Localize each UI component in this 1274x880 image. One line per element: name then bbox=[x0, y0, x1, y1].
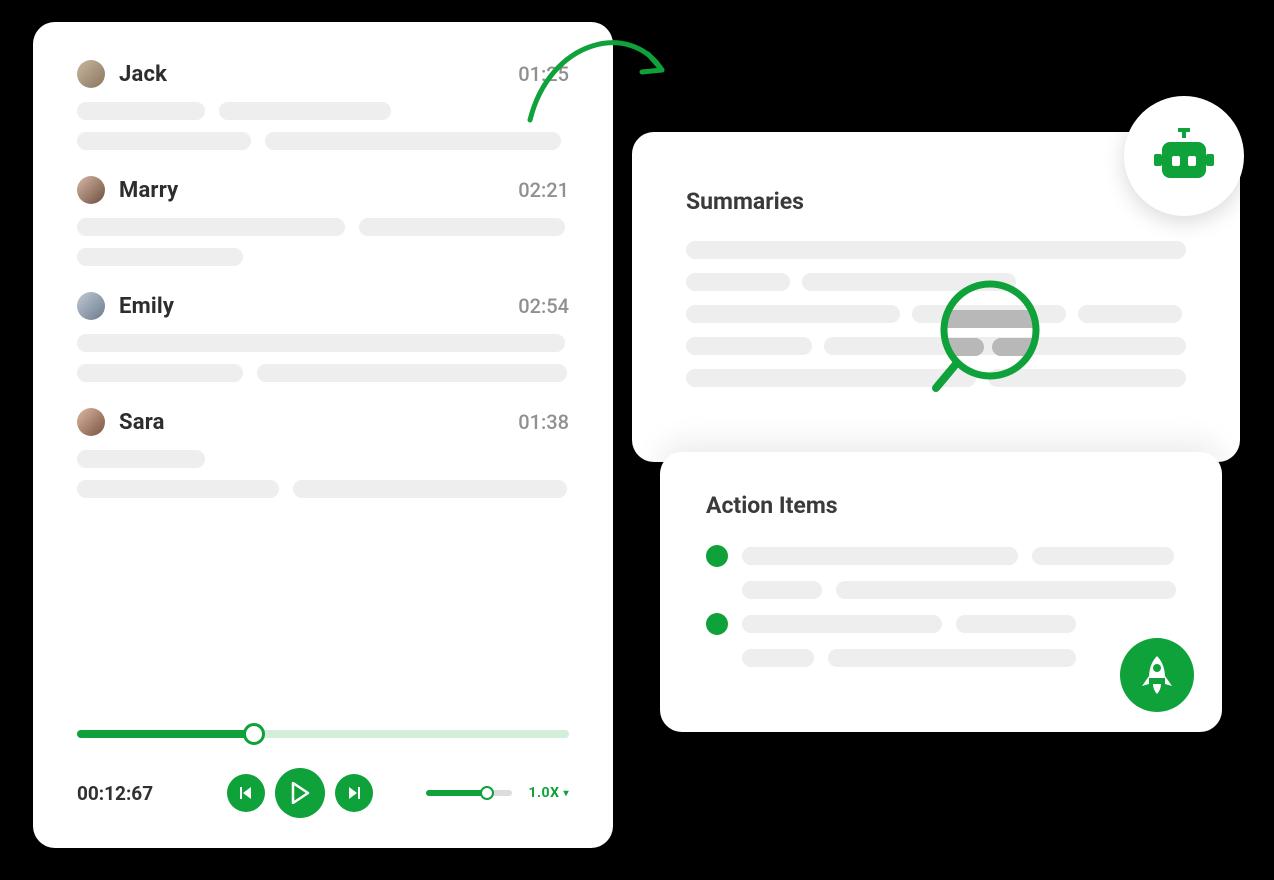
speaker-name: Sara bbox=[119, 410, 504, 435]
ai-bot-badge bbox=[1124, 96, 1244, 216]
launch-button[interactable] bbox=[1120, 638, 1194, 712]
speaker-name: Jack bbox=[119, 62, 504, 87]
prev-button[interactable] bbox=[227, 774, 265, 812]
transcript-entry: Marry 02:21 bbox=[77, 176, 569, 266]
avatar bbox=[77, 176, 105, 204]
player-controls: 00:12:67 1.0X ▾ bbox=[77, 768, 569, 818]
action-items-card: Action Items bbox=[660, 452, 1222, 732]
volume-slider[interactable] bbox=[426, 790, 512, 796]
text-placeholder bbox=[802, 273, 1016, 291]
transcript-card: Jack 01:25 Marry 02:21 bbox=[33, 22, 613, 848]
text-placeholder bbox=[293, 480, 567, 498]
text-placeholder bbox=[828, 649, 1076, 667]
text-placeholder bbox=[77, 132, 251, 150]
text-placeholder bbox=[686, 369, 976, 387]
text-placeholder bbox=[77, 248, 243, 266]
text-placeholder bbox=[359, 218, 565, 236]
play-button[interactable] bbox=[275, 768, 325, 818]
chevron-down-icon: ▾ bbox=[563, 788, 569, 799]
action-item bbox=[706, 613, 1176, 635]
avatar bbox=[77, 60, 105, 88]
play-icon bbox=[290, 782, 310, 804]
text-placeholder bbox=[686, 241, 1186, 259]
speaker-name: Emily bbox=[119, 294, 504, 319]
elapsed-time: 00:12:67 bbox=[77, 782, 227, 805]
text-placeholder bbox=[1032, 547, 1174, 565]
entry-timestamp: 02:54 bbox=[518, 294, 569, 318]
entry-timestamp: 01:25 bbox=[518, 62, 569, 86]
avatar bbox=[77, 408, 105, 436]
progress-track bbox=[77, 730, 569, 738]
action-item bbox=[706, 545, 1176, 567]
volume-knob[interactable] bbox=[480, 786, 494, 800]
text-placeholder bbox=[742, 649, 814, 667]
text-placeholder bbox=[219, 102, 391, 120]
transcript-entries: Jack 01:25 Marry 02:21 bbox=[77, 60, 569, 720]
text-placeholder bbox=[77, 218, 345, 236]
playback-speed-select[interactable]: 1.0X ▾ bbox=[528, 785, 569, 801]
bullet-icon bbox=[706, 613, 728, 635]
text-placeholder bbox=[77, 364, 243, 382]
playback-speed-label: 1.0X bbox=[528, 785, 559, 801]
transcript-entry: Sara 01:38 bbox=[77, 408, 569, 498]
action-item-line bbox=[742, 581, 1176, 599]
text-placeholder bbox=[686, 305, 900, 323]
robot-icon bbox=[1154, 128, 1214, 184]
transcript-entry: Emily 02:54 bbox=[77, 292, 569, 382]
text-placeholder bbox=[742, 615, 942, 633]
text-placeholder bbox=[686, 273, 790, 291]
text-placeholder bbox=[836, 581, 1176, 599]
entry-timestamp: 01:38 bbox=[518, 410, 569, 434]
text-placeholder bbox=[988, 369, 1186, 387]
summaries-title: Summaries bbox=[686, 188, 1186, 215]
text-placeholder bbox=[77, 102, 205, 120]
entry-timestamp: 02:21 bbox=[518, 178, 569, 202]
action-items-title: Action Items bbox=[706, 492, 1176, 519]
transcript-entry: Jack 01:25 bbox=[77, 60, 569, 150]
text-placeholder bbox=[1078, 305, 1182, 323]
text-placeholder bbox=[265, 132, 561, 150]
bullet-icon bbox=[706, 545, 728, 567]
speaker-name: Marry bbox=[119, 178, 504, 203]
text-placeholder bbox=[77, 480, 279, 498]
text-placeholder bbox=[257, 364, 567, 382]
text-placeholder bbox=[686, 337, 812, 355]
text-placeholder bbox=[77, 334, 565, 352]
skip-back-icon bbox=[239, 786, 253, 800]
avatar bbox=[77, 292, 105, 320]
text-placeholder bbox=[824, 337, 1186, 355]
progress-knob[interactable] bbox=[243, 723, 265, 745]
text-placeholder bbox=[742, 547, 1018, 565]
rocket-icon bbox=[1138, 654, 1176, 696]
text-placeholder bbox=[77, 450, 205, 468]
text-placeholder bbox=[742, 581, 822, 599]
action-item-line bbox=[742, 649, 1176, 667]
next-button[interactable] bbox=[335, 774, 373, 812]
player-progress[interactable] bbox=[77, 730, 569, 738]
summaries-card: Summaries bbox=[632, 132, 1240, 462]
text-placeholder bbox=[956, 615, 1076, 633]
text-placeholder bbox=[912, 305, 1066, 323]
skip-forward-icon bbox=[347, 786, 361, 800]
